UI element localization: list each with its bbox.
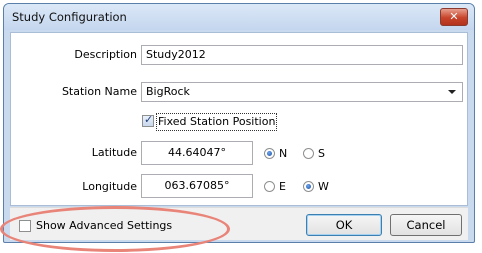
fixed-station-position-checkbox[interactable]: ✓ — [142, 113, 154, 127]
latitude-north-label[interactable]: N — [279, 147, 287, 160]
longitude-value: 063.67085° — [164, 179, 230, 192]
close-icon: ✕ — [449, 10, 459, 23]
station-name-combobox[interactable]: BigRock — [141, 82, 463, 102]
latitude-value: 44.64047° — [168, 146, 226, 159]
description-input[interactable]: Study2012 — [141, 45, 463, 65]
latitude-input[interactable]: 44.64047° — [141, 141, 253, 165]
description-value: Study2012 — [146, 48, 206, 61]
longitude-label: Longitude — [82, 180, 137, 193]
longitude-west-label[interactable]: W — [318, 180, 329, 193]
title-bar[interactable]: Study Configuration ✕ — [4, 4, 474, 30]
station-name-label: Station Name — [61, 85, 137, 98]
checkmark-icon: ✓ — [144, 113, 154, 126]
ok-button[interactable]: OK — [306, 214, 382, 236]
latitude-south-label[interactable]: S — [318, 147, 325, 160]
latitude-south-radio[interactable] — [303, 148, 314, 159]
window-title: Study Configuration — [12, 10, 127, 24]
cancel-button[interactable]: Cancel — [390, 214, 462, 236]
chevron-down-icon[interactable] — [448, 90, 456, 94]
longitude-input[interactable]: 063.67085° — [141, 174, 253, 198]
description-label: Description — [74, 48, 137, 61]
fixed-station-position-label[interactable]: Fixed Station Position — [158, 115, 275, 128]
latitude-label: Latitude — [91, 146, 137, 159]
form-panel: Description Study2012 Station Name BigRo… — [10, 32, 468, 206]
close-button[interactable]: ✕ — [440, 8, 468, 26]
station-name-value: BigRock — [146, 85, 190, 98]
latitude-north-radio[interactable] — [264, 148, 275, 159]
longitude-east-radio[interactable] — [264, 181, 275, 192]
longitude-east-label[interactable]: E — [279, 180, 286, 193]
longitude-west-radio[interactable] — [303, 181, 314, 192]
highlight-ellipse — [0, 206, 230, 252]
